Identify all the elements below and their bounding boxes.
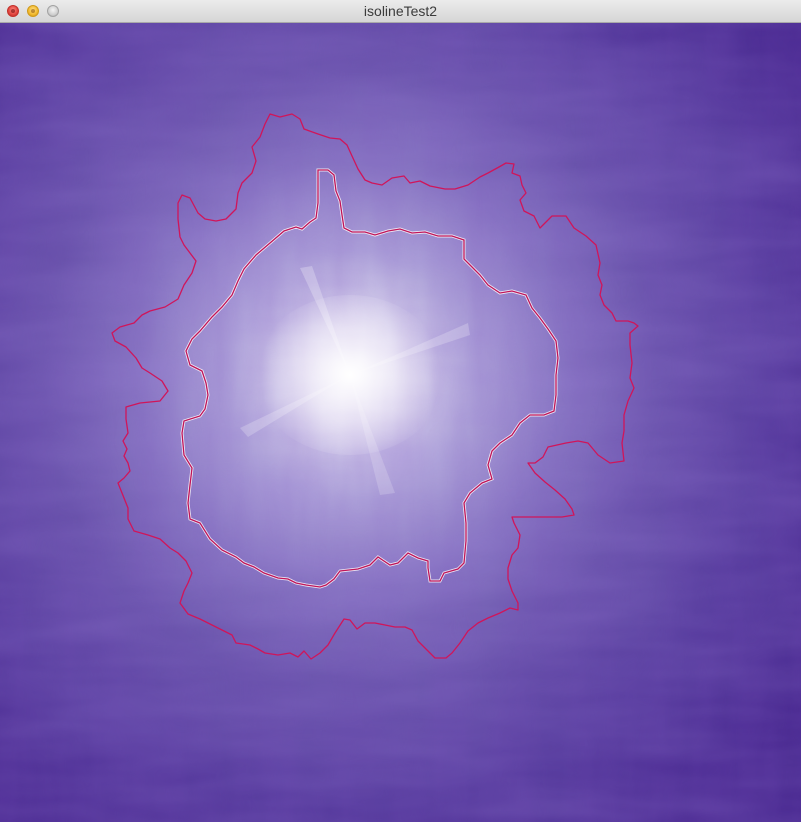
isoline-canvas[interactable] [0,23,801,822]
title-bar[interactable]: isolineTest2 [0,0,801,23]
window-title: isolineTest2 [363,3,438,19]
isoline-drawing [0,23,801,822]
app-window: isolineTest2 [0,0,801,822]
